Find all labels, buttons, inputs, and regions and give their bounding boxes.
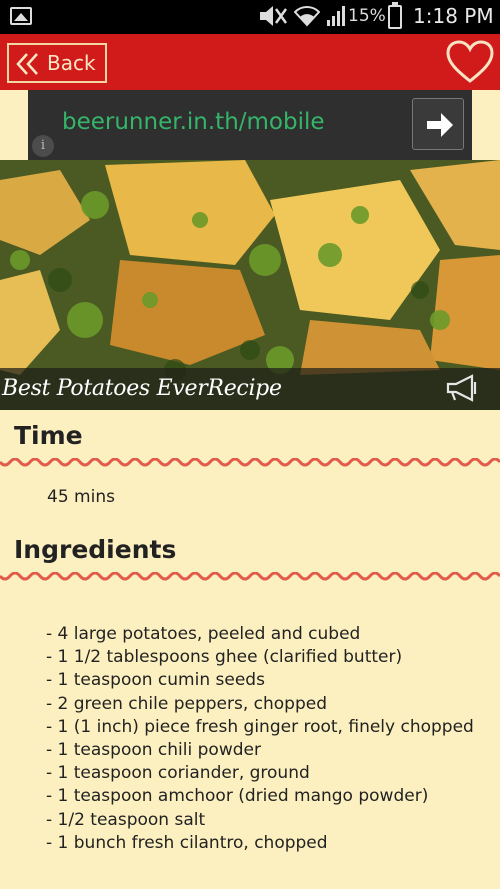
time-value: 45 mins: [47, 487, 115, 507]
signal-icon: [327, 6, 345, 26]
ingredients-divider: [0, 572, 500, 581]
ingredient-item: - 1 bunch fresh cilantro, chopped: [46, 832, 328, 853]
app-header: Back: [0, 34, 500, 90]
back-button[interactable]: Back: [7, 43, 107, 83]
ingredients-heading: Ingredients: [14, 535, 177, 564]
ad-open-button[interactable]: [412, 98, 464, 150]
back-label: Back: [47, 51, 96, 75]
ingredient-item: - 2 green chile peppers, chopped: [46, 693, 327, 714]
ingredient-item: - 1 teaspoon coriander, ground: [46, 763, 310, 784]
ad-banner[interactable]: beerunner.in.th/mobile i: [28, 90, 472, 160]
recipe-title: Best Potatoes EverRecipe: [2, 376, 282, 401]
ingredient-item: - 4 large potatoes, peeled and cubed: [46, 624, 361, 644]
time-heading: Time: [14, 421, 83, 450]
battery-icon: [388, 2, 402, 29]
time-divider: [0, 458, 500, 467]
mute-icon: [260, 6, 288, 26]
ad-url[interactable]: beerunner.in.th/mobile: [62, 109, 325, 135]
ingredient-item: - 1 teaspoon chili powder: [46, 740, 261, 761]
photo-caption-bar: Best Potatoes EverRecipe: [0, 368, 500, 410]
ingredient-item: - 1 1/2 tablespoons ghee (clarified butt…: [46, 647, 403, 668]
info-icon[interactable]: i: [32, 135, 54, 157]
megaphone-icon[interactable]: [444, 374, 480, 402]
clock: 1:18 PM: [413, 4, 494, 28]
wifi-icon: [294, 6, 320, 27]
ingredients-list: - 4 large potatoes, peeled and cubed - 1…: [42, 623, 482, 855]
battery-percent: 15%: [348, 6, 386, 26]
arrow-right-icon: [427, 113, 453, 137]
ingredient-item: - 1 teaspoon amchoor (dried mango powder…: [46, 786, 429, 807]
chevron-left-double-icon: [16, 53, 38, 75]
heart-icon[interactable]: [446, 40, 494, 84]
status-bar: 15% 1:18 PM: [0, 0, 500, 34]
ingredient-item: - 1 (1 inch) piece fresh ginger root, fi…: [46, 716, 474, 737]
recipe-photo: Best Potatoes EverRecipe: [0, 160, 500, 410]
status-icons: [258, 5, 348, 27]
image-icon: [10, 7, 32, 25]
ingredient-item: - 1/2 teaspoon salt: [46, 809, 206, 830]
ingredient-item: - 1 teaspoon cumin seeds: [46, 670, 265, 691]
